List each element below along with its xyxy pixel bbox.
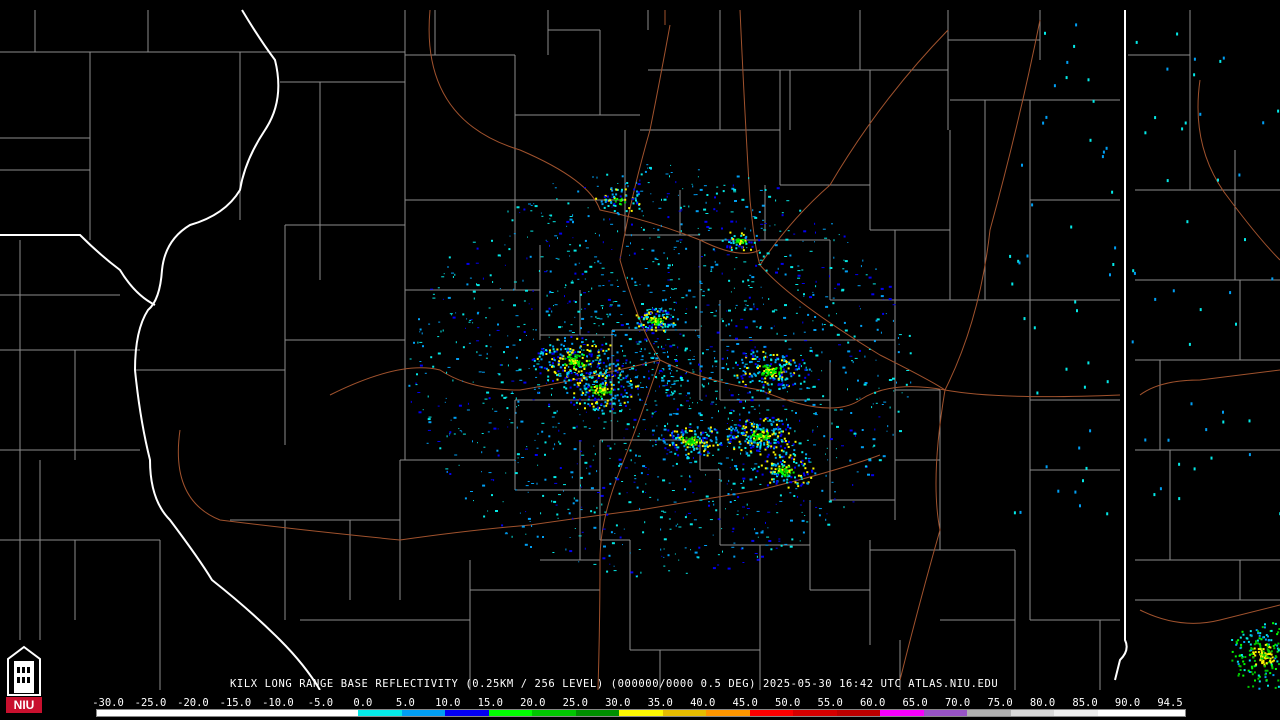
scale-segment (967, 710, 1011, 716)
scale-label: 15.0 (477, 697, 503, 709)
scale-label: 20.0 (520, 697, 546, 709)
scale-label: 30.0 (605, 697, 631, 709)
scale-segment (836, 710, 881, 716)
scale-segment (445, 710, 489, 716)
scale-label: 10.0 (435, 697, 461, 709)
scale-label: 40.0 (690, 697, 716, 709)
scale-label: 70.0 (944, 697, 971, 709)
scale-segment (1097, 710, 1142, 716)
scale-label: -25.0 (134, 697, 167, 709)
product-title: KILX LONG RANGE BASE REFLECTIVITY (0.25K… (230, 678, 999, 690)
scale-segment (575, 710, 620, 716)
scale-segment (358, 710, 402, 716)
scale-label: 5.0 (395, 697, 415, 709)
scale-segment (401, 710, 446, 716)
county-borders (0, 10, 1280, 690)
scale-label: 85.0 (1072, 697, 1098, 709)
scale-segment (227, 710, 272, 716)
scale-label: -5.0 (307, 697, 334, 709)
scale-segment (793, 710, 837, 716)
scale-segment (706, 710, 750, 716)
color-scale-labels: -30.0 -25.0 -20.0 -15.0 -10.0 -5.0 0.0 5.0 10.0 1… (92, 697, 1194, 709)
scale-label: 60.0 (859, 697, 886, 709)
scale-label: 45.0 (732, 697, 758, 709)
scale-label: 0.0 (353, 697, 373, 709)
scale-segment (923, 710, 968, 716)
scale-label: 65.0 (902, 697, 928, 709)
niu-tower-logo-icon: NIU (6, 645, 42, 713)
scale-label: 55.0 (817, 697, 843, 709)
scale-segment (1010, 710, 1055, 716)
scale-segment (532, 710, 576, 716)
scale-label: -15.0 (219, 697, 252, 709)
scale-segment (749, 710, 794, 716)
color-scale-bar (96, 709, 1186, 717)
radar-map (0, 9, 1280, 690)
scale-label: 94.5 (1157, 697, 1183, 709)
scale-segment (184, 710, 228, 716)
logo-text: NIU (14, 698, 35, 712)
scale-label: -20.0 (177, 697, 209, 709)
scale-segment (619, 710, 663, 716)
scale-label: 25.0 (562, 697, 588, 709)
state-borders (0, 9, 1128, 690)
scale-segment (662, 710, 707, 716)
scale-segment (880, 710, 924, 716)
scale-segment (1054, 710, 1098, 716)
scale-segment (97, 710, 141, 716)
scale-segment (140, 710, 185, 716)
highway-lines (177, 9, 1280, 690)
scale-segment (271, 710, 315, 716)
scale-label: 90.0 (1114, 697, 1141, 709)
scale-label: -10.0 (262, 697, 294, 709)
scale-label: -30.0 (92, 697, 124, 709)
scale-segment (1141, 710, 1185, 716)
scale-label: 80.0 (1029, 697, 1056, 709)
scale-segment (488, 710, 533, 716)
scale-label: 35.0 (647, 697, 673, 709)
scale-label: 75.0 (987, 697, 1013, 709)
scale-label: 50.0 (775, 697, 801, 709)
scale-segment (314, 710, 359, 716)
